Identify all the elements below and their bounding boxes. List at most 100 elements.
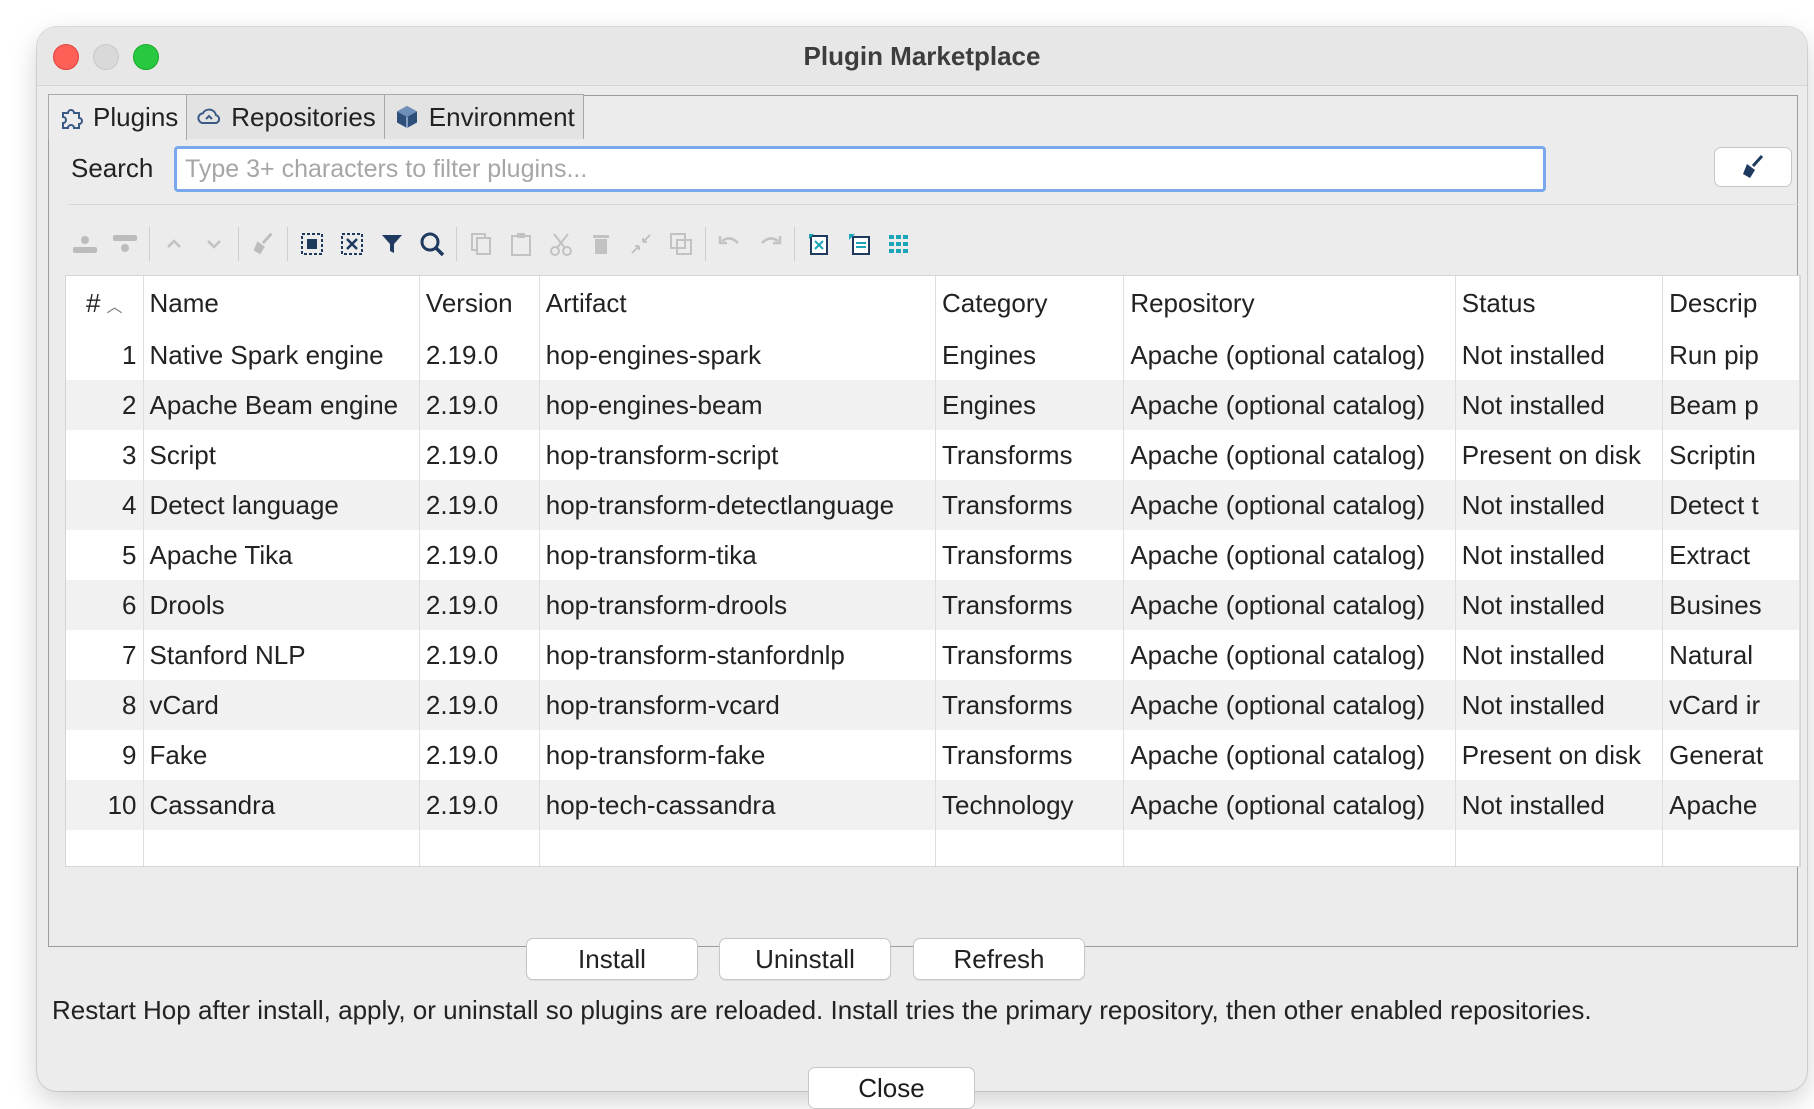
- delete-button[interactable]: [581, 224, 621, 264]
- search-icon: [420, 232, 445, 257]
- tab-repositories[interactable]: Repositories: [186, 94, 385, 139]
- cell-version: 2.19.0: [419, 430, 540, 480]
- clear-selection-icon: [341, 233, 363, 255]
- undo-button[interactable]: [710, 224, 750, 264]
- table-row[interactable]: 6 Drools 2.19.0 hop-transform-drools Transfo…: [66, 580, 1800, 630]
- column-header-version[interactable]: Version: [419, 276, 540, 330]
- trash-icon: [593, 235, 609, 254]
- copy-button[interactable]: [461, 224, 501, 264]
- table-row[interactable]: 2 Apache Beam engine 2.19.0 hop-engines-bea…: [66, 380, 1800, 430]
- clear-search-button[interactable]: [1714, 147, 1792, 187]
- tab-repositories-label: Repositories: [231, 101, 376, 132]
- grid-view-button[interactable]: [879, 224, 919, 264]
- copy-icon: [471, 233, 491, 255]
- filter-button[interactable]: [372, 224, 412, 264]
- cell-version: 2.19.0: [419, 380, 540, 430]
- clear-selection-button[interactable]: [332, 224, 372, 264]
- empty-cell: [143, 830, 420, 866]
- search-label: Search: [71, 153, 154, 183]
- redo-button[interactable]: [750, 224, 790, 264]
- toolbar-separator: [287, 227, 288, 261]
- find-button[interactable]: [412, 224, 452, 264]
- duplicate-icon: [670, 233, 692, 255]
- cell-category: Transforms: [935, 630, 1125, 680]
- cell-category: Transforms: [935, 530, 1125, 580]
- column-header-repository[interactable]: Repository: [1123, 276, 1456, 330]
- table-row[interactable]: 5 Apache Tika 2.19.0 hop-transform-tika Tran…: [66, 530, 1800, 580]
- cell-description: Busines: [1662, 580, 1800, 630]
- insert-row-after-button[interactable]: [105, 224, 145, 264]
- cell-version: 2.19.0: [419, 580, 540, 630]
- column-header-number[interactable]: # ︿: [66, 276, 144, 330]
- table-row[interactable]: 4 Detect language 2.19.0 hop-transform-dete…: [66, 480, 1800, 530]
- table-row[interactable]: 7 Stanford NLP 2.19.0 hop-transform-stanfor…: [66, 630, 1800, 680]
- table-row[interactable]: 10 Cassandra 2.19.0 hop-tech-cassandra Techn…: [66, 780, 1800, 830]
- export-file-button[interactable]: [839, 224, 879, 264]
- move-down-button[interactable]: [194, 224, 234, 264]
- tab-plugins-label: Plugins: [93, 102, 179, 132]
- collapse-icon: [631, 234, 651, 254]
- tab-environment[interactable]: Environment: [383, 94, 584, 139]
- table-header-row: # ︿ Name Version Artifact Category Reposi…: [66, 276, 1800, 330]
- table-row[interactable]: 8 vCard 2.19.0 hop-transform-vcard Transform…: [66, 680, 1800, 730]
- cell-name: Drools: [143, 580, 420, 630]
- cell-number: 10: [66, 780, 144, 830]
- toolbar-separator: [705, 227, 706, 261]
- empty-cell: [1662, 830, 1800, 866]
- cell-version: 2.19.0: [419, 680, 540, 730]
- select-all-button[interactable]: [292, 224, 332, 264]
- column-header-category[interactable]: Category: [935, 276, 1125, 330]
- collapse-button[interactable]: [621, 224, 661, 264]
- column-header-description[interactable]: Descrip: [1662, 276, 1800, 330]
- cell-version: 2.19.0: [419, 630, 540, 680]
- empty-cell: [419, 830, 540, 866]
- cell-number: 9: [66, 730, 144, 780]
- filter-icon: [382, 235, 402, 253]
- column-header-artifact[interactable]: Artifact: [539, 276, 937, 330]
- cell-category: Transforms: [935, 480, 1125, 530]
- cell-number: 8: [66, 680, 144, 730]
- tab-plugins[interactable]: Plugins: [48, 94, 188, 140]
- cell-number: 1: [66, 330, 144, 380]
- uninstall-button[interactable]: Uninstall: [719, 938, 891, 980]
- move-up-button[interactable]: [154, 224, 194, 264]
- close-button[interactable]: Close: [808, 1067, 975, 1109]
- cloud-icon: [197, 108, 221, 124]
- cell-name: Fake: [143, 730, 420, 780]
- toolbar-separator: [456, 227, 457, 261]
- cell-name: Native Spark engine: [143, 330, 420, 380]
- empty-cell: [1455, 830, 1664, 866]
- cell-repository: Apache (optional catalog): [1123, 630, 1456, 680]
- refresh-button[interactable]: Refresh: [913, 938, 1085, 980]
- insert-row-before-button[interactable]: [65, 224, 105, 264]
- chevron-down-icon: [207, 240, 221, 249]
- cell-description: Beam p: [1662, 380, 1800, 430]
- cell-artifact: hop-transform-tika: [539, 530, 937, 580]
- column-header-status[interactable]: Status: [1455, 276, 1664, 330]
- search-input[interactable]: [174, 146, 1546, 192]
- cell-description: Scriptin: [1662, 430, 1800, 480]
- cut-button[interactable]: [541, 224, 581, 264]
- cell-number: 3: [66, 430, 144, 480]
- install-button[interactable]: Install: [526, 938, 698, 980]
- cell-name: Script: [143, 430, 420, 480]
- cell-number: 7: [66, 630, 144, 680]
- tab-environment-label: Environment: [428, 101, 575, 132]
- column-header-name[interactable]: Name: [143, 276, 420, 330]
- cell-version: 2.19.0: [419, 530, 540, 580]
- table-row[interactable]: 3 Script 2.19.0 hop-transform-script Transfo…: [66, 430, 1800, 480]
- export-excel-button[interactable]: [799, 224, 839, 264]
- clean-button[interactable]: [243, 224, 283, 264]
- duplicate-button[interactable]: [661, 224, 701, 264]
- table-row[interactable]: 1 Native Spark engine 2.19.0 hop-engines-sp…: [66, 330, 1800, 380]
- select-all-icon: [301, 233, 323, 255]
- chevron-up-icon: [167, 239, 181, 248]
- paste-button[interactable]: [501, 224, 541, 264]
- redo-icon: [761, 236, 782, 245]
- cell-artifact: hop-tech-cassandra: [539, 780, 937, 830]
- grid-icon: [889, 235, 908, 253]
- empty-cell: [1123, 830, 1456, 866]
- export-excel-icon: [809, 234, 828, 255]
- empty-cell: [935, 830, 1125, 866]
- table-row[interactable]: 9 Fake 2.19.0 hop-transform-fake Transforms A…: [66, 730, 1800, 780]
